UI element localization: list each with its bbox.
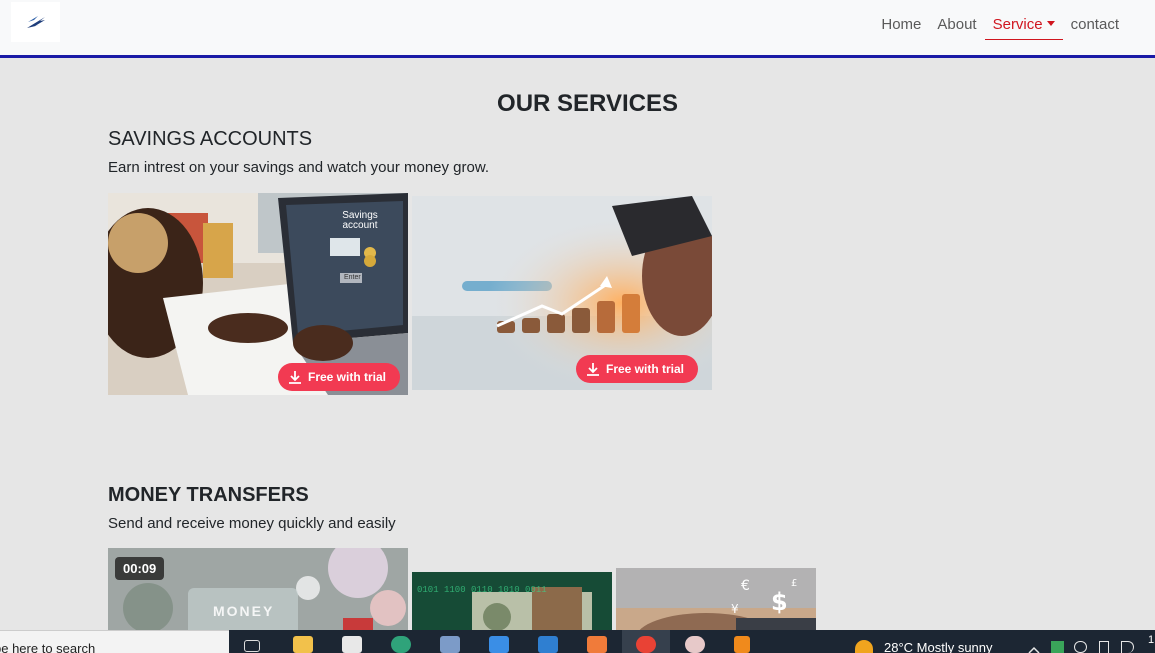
savings-screen-enter-button: Enter — [344, 274, 361, 281]
nav-contact-label: contact — [1070, 16, 1119, 33]
app-icon[interactable] — [440, 636, 460, 653]
network-icon[interactable] — [1099, 641, 1109, 653]
windows-taskbar: pe here to search 28°C Mostly sunny 1 — [0, 630, 1155, 653]
download-icon — [587, 363, 599, 376]
svg-text:0101 1100 0110 1010 0011: 0101 1100 0110 1010 0011 — [417, 585, 547, 595]
task-view-icon[interactable] — [244, 640, 260, 652]
sun-cloud-icon — [855, 640, 873, 653]
download-icon — [289, 371, 301, 384]
section-heading-money-transfers: MONEY TRANSFERS — [108, 484, 309, 506]
edge-browser-icon[interactable] — [391, 636, 411, 653]
caret-down-icon — [1046, 21, 1055, 26]
nav-home-label: Home — [881, 16, 922, 33]
svg-text:€: € — [741, 578, 750, 594]
svg-text:$: $ — [771, 588, 788, 616]
vlc-icon[interactable] — [734, 636, 750, 653]
section-description-savings: Earn intrest on your savings and watch y… — [108, 159, 490, 176]
brand-logo[interactable] — [11, 2, 60, 42]
taskbar-search-box[interactable]: pe here to search — [0, 630, 229, 653]
free-trial-button[interactable]: Free with trial — [576, 355, 699, 383]
globe-icon[interactable] — [1074, 641, 1087, 653]
nav-link-home[interactable]: Home — [873, 10, 929, 40]
free-trial-label: Free with trial — [308, 370, 387, 384]
file-explorer-icon[interactable] — [293, 636, 313, 653]
mail-icon[interactable] — [342, 636, 362, 653]
svg-text:¥: ¥ — [731, 602, 739, 616]
speaker-icon[interactable] — [1121, 641, 1134, 653]
microsoft-store-icon[interactable] — [489, 636, 509, 653]
nav-about-label: About — [937, 16, 977, 33]
video-overlay-text: MONEY — [213, 603, 275, 619]
nav-link-contact[interactable]: contact — [1063, 10, 1127, 40]
savings-laptop-image[interactable]: Savings account Enter Free with trial — [108, 193, 408, 395]
free-trial-label: Free with trial — [606, 362, 685, 376]
free-trial-button[interactable]: Free with trial — [278, 363, 401, 391]
navbar: Home About Service contact — [0, 0, 1155, 58]
svg-text:£: £ — [791, 578, 797, 589]
nav-link-about[interactable]: About — [929, 10, 984, 40]
xampp-icon[interactable] — [587, 636, 607, 653]
bird-logo-icon — [26, 16, 45, 28]
taskbar-search-placeholder: pe here to search — [0, 641, 96, 653]
chrome-icon[interactable] — [636, 636, 656, 653]
page-title: OUR SERVICES — [497, 90, 678, 117]
section-description-money-transfers: Send and receive money quickly and easil… — [108, 515, 396, 532]
savings-screen-title: Savings account — [342, 210, 378, 231]
vscode-icon[interactable] — [538, 636, 558, 653]
battery-icon[interactable] — [1051, 641, 1064, 653]
chevron-up-icon[interactable] — [1028, 641, 1041, 653]
coins-growth-image[interactable]: Free with trial — [412, 196, 712, 390]
weather-text[interactable]: 28°C Mostly sunny — [884, 640, 993, 653]
main-nav: Home About Service contact — [873, 10, 1127, 40]
section-heading-savings: SAVINGS ACCOUNTS — [108, 128, 313, 150]
nav-link-service-dropdown[interactable]: Service — [984, 10, 1063, 40]
clock-text[interactable]: 1 — [1148, 634, 1154, 646]
nav-service-label: Service — [992, 16, 1043, 33]
video-duration-badge: 00:09 — [115, 557, 165, 580]
paint-icon[interactable] — [685, 636, 705, 653]
